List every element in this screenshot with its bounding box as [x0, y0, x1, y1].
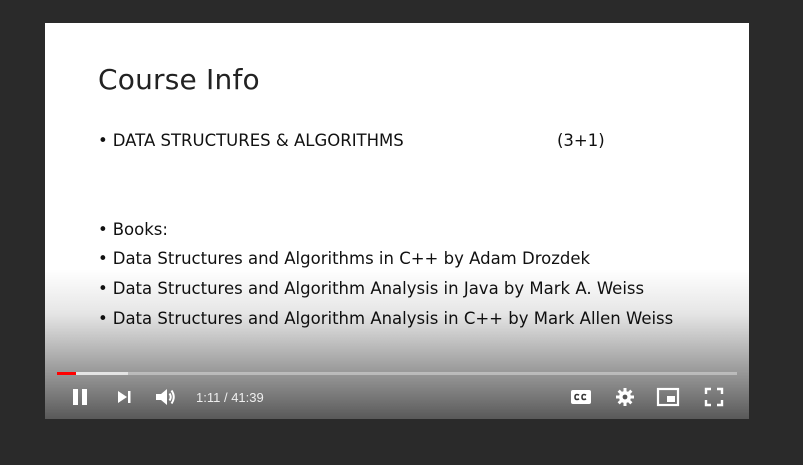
time-separator: / — [220, 390, 232, 405]
course-bullet: • DATA STRUCTURES & ALGORITHMS — [98, 131, 404, 150]
settings-button[interactable] — [612, 385, 638, 409]
next-button[interactable] — [111, 385, 137, 409]
book-title: Data Structures and Algorithm Analysis i… — [112, 279, 645, 298]
book-title: Data Structures and Algorithm Analysis i… — [112, 309, 674, 328]
credit-hours: (3+1) — [557, 131, 605, 150]
miniplayer-button[interactable] — [655, 385, 681, 409]
volume-button[interactable] — [153, 385, 179, 409]
bullet-marker: • — [98, 220, 108, 239]
book-item: • Data Structures and Algorithm Analysis … — [98, 279, 644, 298]
time-display: 1:11 / 41:39 — [196, 390, 264, 405]
progress-played — [57, 372, 77, 375]
book-title: Data Structures and Algorithms in C++ by… — [112, 249, 591, 268]
bullet-marker: • — [98, 309, 108, 328]
bullet-marker: • — [98, 131, 108, 150]
fullscreen-button[interactable] — [701, 385, 727, 409]
slide-title: Course Info — [98, 63, 260, 96]
books-heading: Books: — [112, 220, 168, 239]
bullet-marker: • — [98, 279, 108, 298]
captions-icon — [571, 390, 591, 404]
books-bullet: • Books: — [98, 220, 168, 239]
video-player[interactable]: Course Info • DATA STRUCTURES & ALGORITHM… — [45, 23, 749, 419]
play-pause-button[interactable] — [67, 385, 93, 409]
current-time: 1:11 — [196, 390, 221, 405]
bullet-marker: • — [98, 249, 108, 268]
captions-button[interactable] — [568, 385, 594, 409]
next-icon — [118, 391, 131, 403]
gear-icon — [616, 388, 634, 406]
duration: 41:39 — [231, 390, 264, 405]
pause-icon — [73, 389, 87, 405]
volume-icon — [156, 389, 175, 405]
progress-bar[interactable] — [57, 372, 737, 375]
fullscreen-icon — [704, 387, 724, 407]
book-item: • Data Structures and Algorithm Analysis … — [98, 309, 673, 328]
book-item: • Data Structures and Algorithms in C++ b… — [98, 249, 590, 268]
course-name: DATA STRUCTURES & ALGORITHMS — [112, 131, 404, 150]
control-bar: 1:11 / 41:39 — [45, 381, 749, 413]
miniplayer-icon — [656, 387, 680, 407]
